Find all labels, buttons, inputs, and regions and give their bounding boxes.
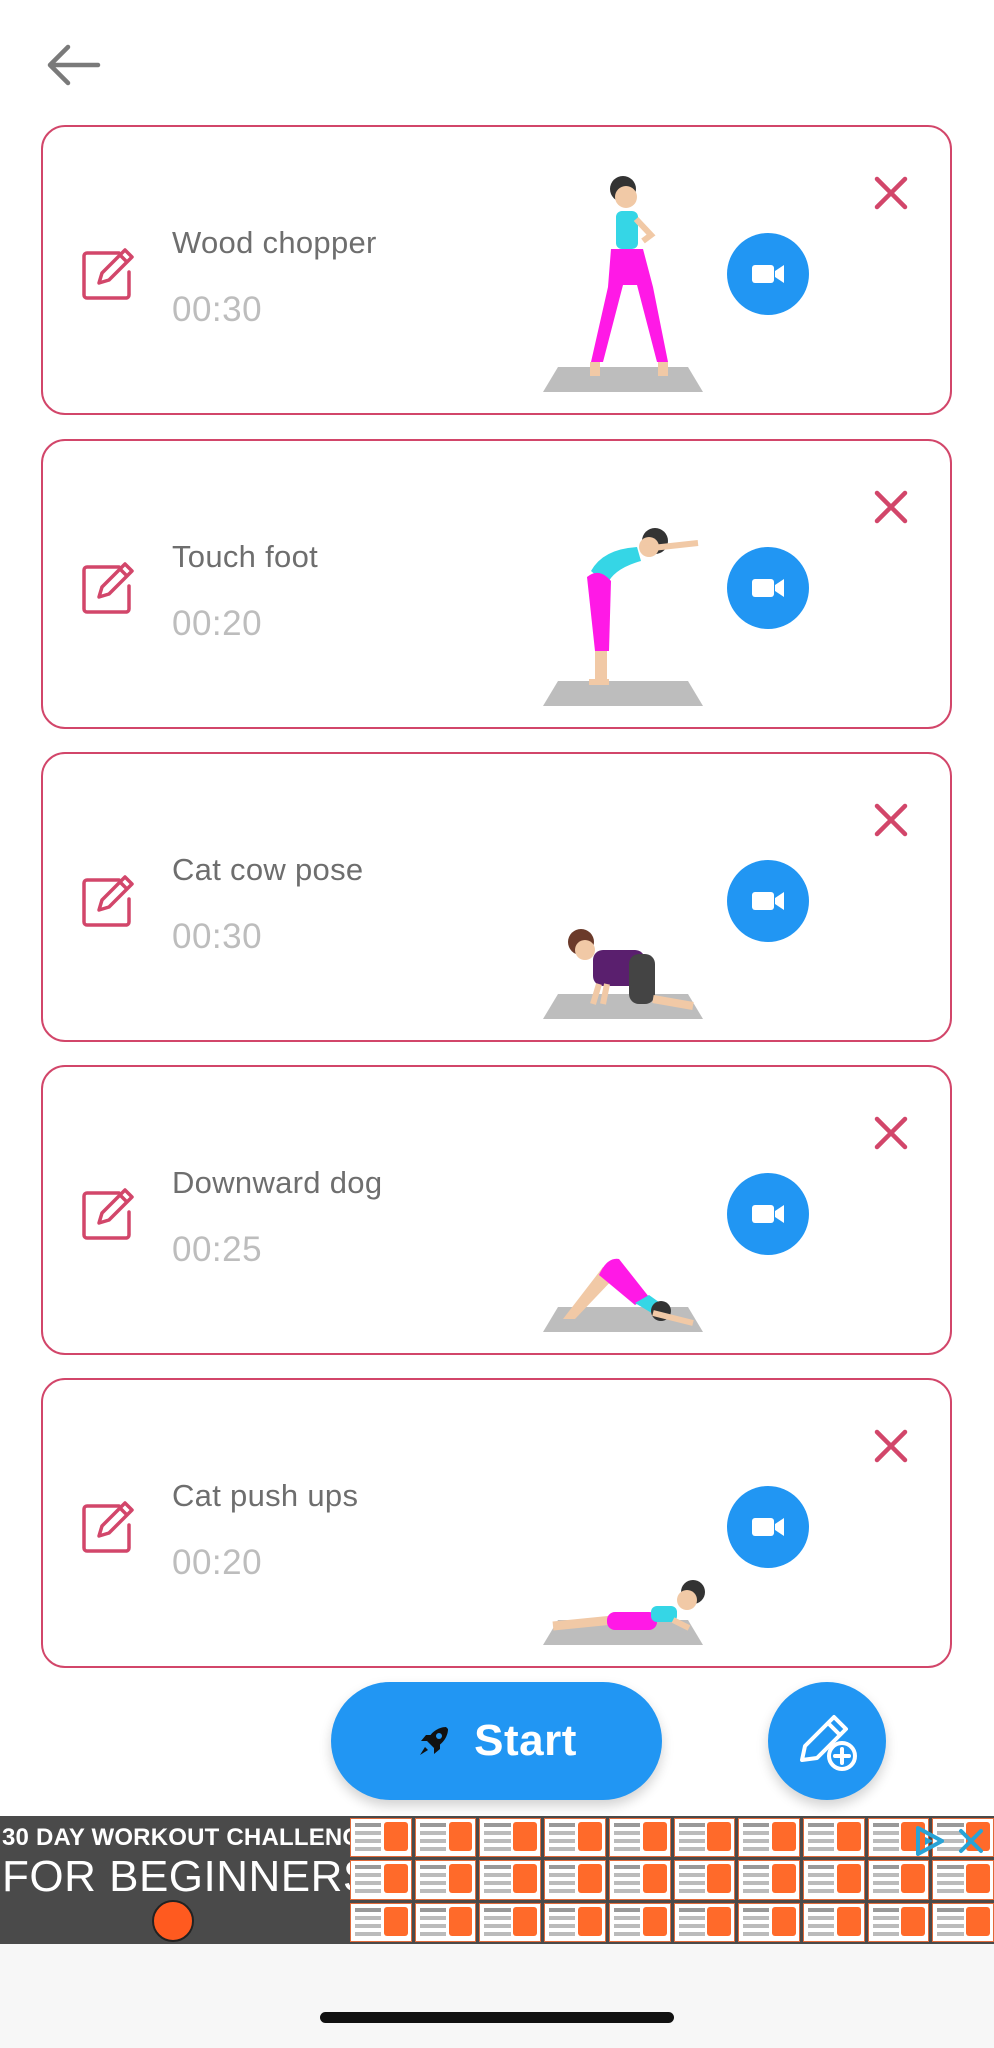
- ad-grid-cell: [673, 1818, 736, 1858]
- video-button[interactable]: [727, 233, 809, 315]
- ad-grid-cell: [479, 1818, 542, 1858]
- exercise-card: Touch foot 00:20: [41, 439, 952, 729]
- add-exercise-button[interactable]: [768, 1682, 886, 1800]
- video-button[interactable]: [727, 1173, 809, 1255]
- ad-grid-cell: [932, 1860, 994, 1900]
- ad-grid-cell: [350, 1902, 412, 1942]
- remove-button[interactable]: [869, 171, 913, 215]
- ad-grid-cell: [608, 1860, 671, 1900]
- remove-button[interactable]: [869, 798, 913, 842]
- edit-icon[interactable]: [79, 245, 137, 303]
- start-button[interactable]: Start: [331, 1682, 662, 1800]
- exercise-name: Touch foot: [172, 539, 319, 574]
- touch-foot-illustration: [543, 528, 703, 706]
- edit-icon[interactable]: [79, 1498, 137, 1556]
- rocket-icon: [420, 1727, 449, 1755]
- ad-grid-cell: [673, 1902, 736, 1942]
- ad-grid-cell: [802, 1818, 865, 1858]
- videocam-icon: [752, 892, 784, 910]
- ad-choices-icon[interactable]: [912, 1824, 948, 1858]
- remove-button[interactable]: [869, 1111, 913, 1155]
- ad-grid-cell: [932, 1902, 994, 1942]
- bottom-safe-area: [0, 1944, 994, 2048]
- ad-grid-cell: [738, 1902, 800, 1942]
- ad-grid-cell: [479, 1860, 542, 1900]
- videocam-icon: [752, 579, 784, 597]
- exercise-name: Downward dog: [172, 1165, 383, 1200]
- exercise-card: Downward dog 00:25: [41, 1065, 952, 1355]
- arrow-left-icon: [47, 44, 101, 86]
- videocam-icon: [752, 1518, 784, 1536]
- ad-logo: [152, 1900, 194, 1942]
- remove-button[interactable]: [869, 485, 913, 529]
- ad-headline: 30 DAY WORKOUT CHALLENGE: [2, 1824, 378, 1851]
- exercise-card: Cat push ups 00:20: [41, 1378, 952, 1668]
- ad-grid-cell: [738, 1818, 800, 1858]
- remove-button[interactable]: [869, 1424, 913, 1468]
- exercise-name: Cat cow pose: [172, 852, 364, 887]
- exercise-duration: 00:30: [172, 917, 263, 956]
- edit-icon[interactable]: [79, 559, 137, 617]
- ad-grid-cell: [802, 1902, 865, 1942]
- ad-grid-cell: [414, 1860, 477, 1900]
- ad-grid-cell: [544, 1860, 606, 1900]
- ad-grid-cell: [802, 1860, 865, 1900]
- ad-grid-cell: [738, 1860, 800, 1900]
- back-button[interactable]: [40, 38, 110, 92]
- ad-grid-cell: [544, 1902, 606, 1942]
- cat-push-ups-illustration: [543, 1580, 705, 1645]
- ad-grid-cell: [350, 1818, 412, 1858]
- edit-add-icon: [800, 1715, 857, 1771]
- exercise-duration: 00:25: [172, 1230, 263, 1269]
- exercise-card: Cat cow pose 00:30: [41, 752, 952, 1042]
- exercise-duration: 00:20: [172, 1543, 263, 1582]
- ad-grid-cell: [867, 1860, 930, 1900]
- ad-subheadline: FOR BEGINNERS: [2, 1852, 373, 1901]
- ad-grid-cell: [608, 1902, 671, 1942]
- edit-icon[interactable]: [79, 872, 137, 930]
- exercise-name: Cat push ups: [172, 1478, 359, 1513]
- videocam-icon: [752, 265, 784, 283]
- ad-grid-cell: [673, 1860, 736, 1900]
- edit-icon[interactable]: [79, 1185, 137, 1243]
- ad-grid-cell: [479, 1902, 542, 1942]
- ad-grid-cell: [414, 1902, 477, 1942]
- cat-cow-pose-illustration: [543, 929, 703, 1019]
- video-button[interactable]: [727, 1486, 809, 1568]
- start-label: Start: [474, 1716, 577, 1765]
- exercise-card: Wood chopper 00:30: [41, 125, 952, 415]
- ad-grid-cell: [414, 1818, 477, 1858]
- ad-grid-cell: [350, 1860, 412, 1900]
- home-indicator[interactable]: [320, 2012, 674, 2023]
- video-button[interactable]: [727, 547, 809, 629]
- ad-banner[interactable]: 30 DAY WORKOUT CHALLENGE FOR BEGINNERS: [0, 1816, 994, 1944]
- exercise-name: Wood chopper: [172, 225, 377, 260]
- exercise-duration: 00:20: [172, 604, 263, 643]
- ad-image-grid: [350, 1818, 994, 1942]
- ad-grid-cell: [608, 1818, 671, 1858]
- videocam-icon: [752, 1205, 784, 1223]
- ad-grid-cell: [544, 1818, 606, 1858]
- exercise-duration: 00:30: [172, 290, 263, 329]
- ad-close-icon[interactable]: [956, 1826, 986, 1856]
- video-button[interactable]: [727, 860, 809, 942]
- downward-dog-illustration: [543, 1258, 703, 1332]
- wood-chopper-illustration: [543, 176, 703, 392]
- ad-grid-cell: [867, 1902, 930, 1942]
